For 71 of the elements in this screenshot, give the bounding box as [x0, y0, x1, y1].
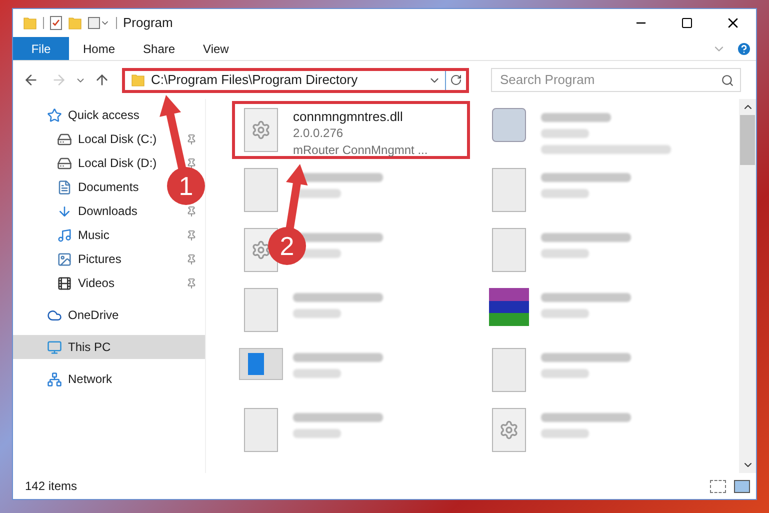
ribbon-tab[interactable]: Share — [129, 37, 190, 60]
picture-icon — [57, 252, 72, 266]
blurred-text — [293, 369, 341, 378]
drive-icon — [57, 132, 72, 146]
refresh-icon[interactable] — [450, 74, 462, 86]
up-icon[interactable] — [94, 72, 110, 88]
blurred-text — [541, 189, 589, 198]
blurred-text — [541, 309, 589, 318]
sidebar-item[interactable]: Network — [68, 370, 112, 388]
pin-icon[interactable] — [186, 158, 197, 168]
drive-icon — [57, 156, 72, 170]
sidebar-item[interactable]: Quick access — [68, 106, 140, 124]
ribbon-tab[interactable]: View — [189, 37, 243, 60]
sidebar-item[interactable]: Videos — [78, 274, 114, 292]
blurred-text — [541, 129, 589, 138]
cloud-icon — [47, 308, 62, 322]
checklist-icon[interactable] — [50, 16, 62, 30]
address-field[interactable]: C:\Program Files\Program Directory — [122, 68, 469, 92]
pin-icon[interactable] — [186, 134, 197, 144]
sidebar-label: This PC — [68, 339, 111, 356]
download-icon — [57, 204, 72, 218]
ribbon-tab[interactable]: Home — [69, 37, 130, 60]
blurred-text — [293, 309, 341, 318]
scroll-thumb[interactable] — [740, 115, 755, 165]
arrow — [286, 164, 308, 231]
sidebar-item[interactable]: Music — [78, 226, 110, 244]
pin-icon[interactable] — [186, 206, 197, 216]
sidebar-item[interactable]: Local Disk (D:) — [78, 154, 157, 172]
sidebar-item[interactable]: Documents — [78, 178, 139, 196]
folder-icon — [23, 16, 37, 30]
document-icon — [57, 180, 72, 194]
file-name: connmngmntres.dll — [293, 108, 404, 125]
sidebar-item[interactable]: Downloads — [78, 202, 138, 220]
details-view-icon[interactable] — [710, 480, 726, 492]
network-icon — [47, 372, 62, 386]
pin-icon[interactable] — [186, 230, 197, 240]
gear-file-icon — [244, 108, 278, 152]
file-menu-tab[interactable]: File — [13, 37, 69, 60]
back-icon[interactable] — [23, 72, 39, 88]
maximize-icon — [681, 17, 693, 29]
sidebar-item[interactable]: OneDrive — [68, 306, 119, 324]
pin-icon[interactable] — [186, 254, 197, 264]
star-icon — [47, 108, 62, 122]
file-item[interactable]: connmngmntres.dll 2.0.0.276 mRouter ConnMngmnt ... — [232, 101, 470, 159]
search-field[interactable]: Search Program — [491, 68, 741, 92]
pin-icon[interactable] — [186, 278, 197, 288]
scrollbar[interactable] — [739, 99, 756, 473]
address-path: C:\Program Files\Program Directory — [151, 71, 358, 90]
computer-icon — [47, 340, 62, 354]
music-icon — [57, 228, 72, 242]
sidebar-item[interactable]: This PC — [13, 335, 205, 359]
step-badge: 2 — [268, 227, 306, 265]
blurred-text — [541, 113, 611, 122]
search-icon[interactable] — [721, 74, 734, 87]
file-detail: mRouter ConnMngmnt ... — [293, 142, 428, 159]
folder-icon — [131, 73, 145, 87]
blurred-text — [541, 249, 589, 258]
file-detail: 2.0.0.276 — [293, 125, 344, 142]
sidebar-item[interactable]: Local Disk (C:) — [78, 130, 157, 148]
film-icon — [57, 276, 72, 290]
blurred-text — [541, 429, 589, 438]
large-icons-view-icon[interactable] — [734, 480, 750, 492]
step-badge: 1 — [167, 167, 205, 205]
customize-toolbar-icon[interactable] — [88, 17, 110, 29]
help-icon[interactable] — [736, 40, 752, 56]
blurred-text — [293, 429, 341, 438]
item-count: 142 items — [25, 478, 78, 495]
window-title: Program — [123, 14, 173, 32]
blurred-text — [541, 369, 589, 378]
new-folder-icon — [68, 16, 82, 30]
sidebar-item[interactable]: Pictures — [78, 250, 122, 268]
